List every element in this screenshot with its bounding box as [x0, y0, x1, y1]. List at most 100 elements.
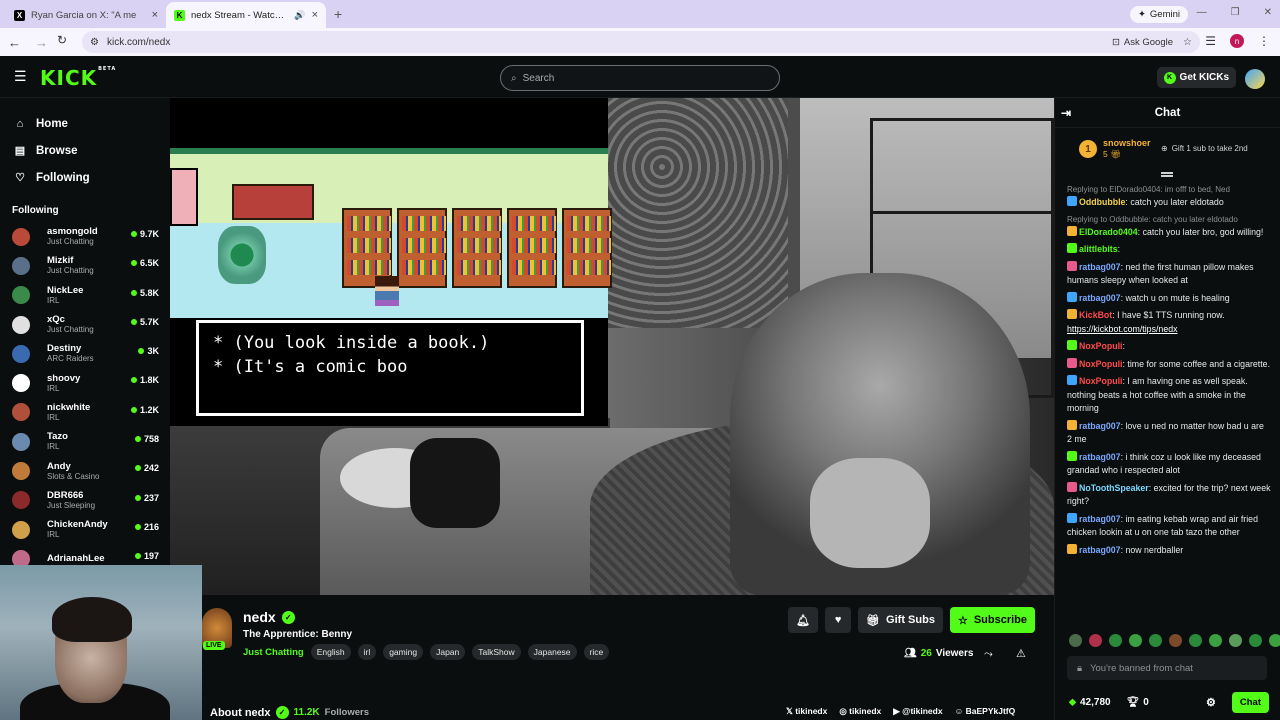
chat-username[interactable]: ratbag007 [1079, 421, 1121, 431]
chat-username[interactable]: ratbag007 [1079, 293, 1121, 303]
minimize-icon[interactable]: — [1197, 7, 1207, 18]
video-player[interactable]: * (You look inside a book.) * (It's a co… [170, 98, 1054, 595]
follow-heart-button[interactable]: ♥ [825, 607, 852, 633]
back-icon[interactable]: ← [8, 35, 21, 50]
top-gifter[interactable]: 1 snowshoer 5 🎁︎ [1079, 138, 1151, 160]
search-input[interactable]: ⌕ Search [500, 65, 780, 91]
following-channel[interactable]: Andy Slots & Casino 242 [0, 456, 170, 485]
following-channel[interactable]: Tazo IRL 758 [0, 427, 170, 456]
following-channel[interactable]: Mizkif Just Chatting 6.5K [0, 251, 170, 280]
chat-link[interactable]: https://kickbot.com/tips/nedx [1067, 324, 1178, 334]
report-icon[interactable]: ⚠ [1016, 647, 1026, 660]
profile-avatar[interactable]: n [1230, 34, 1244, 48]
emote-icon[interactable] [1069, 634, 1082, 647]
gift-sub-prompt[interactable]: ⊕ Gift 1 sub to take 2nd [1161, 144, 1248, 153]
chat-username[interactable]: Oddbubble [1079, 197, 1125, 207]
forward-icon[interactable]: → [35, 35, 48, 50]
stream-tag[interactable]: rice [583, 644, 610, 660]
chat-username[interactable]: NoxPopuli [1079, 376, 1123, 386]
chat-username[interactable]: ratbag007 [1079, 452, 1121, 462]
chat-settings-icon[interactable]: ⚙ [1206, 696, 1216, 709]
social-instagram[interactable]: ◎ tikinedx [839, 706, 881, 717]
channel-category: Just Chatting [47, 325, 94, 335]
chat-username[interactable]: NoxPopuli [1079, 341, 1123, 351]
emote-icon[interactable] [1209, 634, 1222, 647]
channel-points[interactable]: ⬥ 42,780 [1069, 697, 1111, 708]
site-info-icon[interactable]: ⚙ [90, 37, 99, 48]
user-avatar[interactable] [1245, 69, 1265, 89]
stream-tag[interactable]: Japanese [527, 644, 577, 660]
gemini-button[interactable]: ✦ Gemini [1129, 6, 1188, 23]
stream-tag[interactable]: Japan [430, 644, 466, 660]
following-channel[interactable]: ChickenAndy IRL 216 [0, 515, 170, 544]
drag-handle-icon[interactable] [1161, 172, 1173, 174]
emote-icon[interactable] [1189, 634, 1202, 647]
notification-bell-button[interactable]: 🔔︎ [788, 607, 819, 633]
emote-icon[interactable] [1089, 634, 1102, 647]
reload-icon[interactable]: ↻ [57, 33, 67, 47]
chat-username[interactable]: ratbag007 [1079, 545, 1121, 555]
new-tab-button[interactable]: + [334, 6, 342, 22]
get-kicks-button[interactable]: K Get KICKs [1156, 67, 1236, 88]
collapse-chat-icon[interactable]: ⇥ [1061, 106, 1071, 120]
close-tab-icon[interactable]: × [152, 9, 158, 21]
ask-google-button[interactable]: ⊡ Ask Google [1112, 37, 1173, 48]
chat-username[interactable]: KickBot [1079, 310, 1112, 320]
game-bookshelf [397, 208, 447, 288]
hamburger-menu-icon[interactable]: ☰ [14, 69, 28, 83]
following-channel[interactable]: nickwhite IRL 1.2K [0, 398, 170, 427]
following-channel[interactable]: DBR666 Just Sleeping 237 [0, 486, 170, 515]
following-channel[interactable]: xQc Just Chatting 5.7K [0, 310, 170, 339]
emote-icon[interactable] [1229, 634, 1242, 647]
social-x[interactable]: 𝕏 tikinedx [786, 706, 827, 717]
browser-tab-kick[interactable]: K nedx Stream - Watch Live o 🔊 × [166, 2, 326, 28]
following-channel[interactable]: asmongold Just Chatting 9.7K [0, 222, 170, 251]
viewer-count-text: 197 [143, 551, 159, 562]
emote-icon[interactable] [1109, 634, 1122, 647]
nav-following[interactable]: ♡ Following [0, 164, 170, 191]
menu-dots-icon[interactable]: ⋮ [1258, 34, 1270, 48]
stream-tag[interactable]: gaming [383, 644, 424, 660]
close-window-icon[interactable]: ✕ [1264, 7, 1272, 18]
speaker-icon[interactable]: 🔊 [294, 10, 305, 21]
chat-username[interactable]: ElDorado0404 [1079, 227, 1138, 237]
gift-subs-button[interactable]: 🎁︎ Gift Subs [858, 607, 943, 633]
chat-send-button[interactable]: Chat [1231, 692, 1269, 713]
chat-username[interactable]: NoxPopuli [1079, 359, 1123, 369]
emote-icon[interactable] [1149, 634, 1162, 647]
chat-input[interactable]: 🔒︎ You're banned from chat [1067, 656, 1267, 680]
chat-username[interactable]: ratbag007 [1079, 262, 1121, 272]
share-icon[interactable]: ⤳ [984, 648, 993, 661]
stream-tag[interactable]: irl [357, 644, 377, 660]
following-channel[interactable]: Destiny ARC Raiders 3K [0, 339, 170, 368]
chat-badge-icon [1067, 512, 1077, 523]
kick-logo[interactable]: KICKBETA [40, 66, 116, 90]
social-youtube[interactable]: ▶ @tikinedx [893, 706, 942, 717]
stream-tag[interactable]: TalkShow [472, 644, 521, 660]
chat-counter[interactable]: 🏆︎ 0 [1127, 697, 1149, 708]
following-channel[interactable]: NickLee IRL 5.8K [0, 281, 170, 310]
category-link[interactable]: Just Chatting [243, 647, 304, 658]
nav-browse[interactable]: ▤ Browse [0, 137, 170, 164]
subscribe-button[interactable]: ☆ Subscribe [949, 607, 1035, 633]
emote-icon[interactable] [1249, 634, 1262, 647]
social-discord[interactable]: ☺ BaEPYkJtfQ [955, 706, 1016, 717]
browser-tab-x[interactable]: X Ryan Garcia on X: "A me × [6, 2, 166, 28]
maximize-icon[interactable]: ❐ [1231, 7, 1240, 18]
following-channel[interactable]: shoovy IRL 1.8K [0, 368, 170, 397]
streamer-name[interactable]: nedx ✓ [243, 609, 295, 625]
nav-home[interactable]: ⌂ Home [0, 110, 170, 137]
close-tab-icon[interactable]: × [312, 9, 318, 21]
emote-icon[interactable] [1129, 634, 1142, 647]
chat-username[interactable]: alittlebits [1079, 244, 1118, 254]
emote-icon[interactable] [1169, 634, 1182, 647]
chat-username[interactable]: ratbag007 [1079, 514, 1121, 524]
chat-username[interactable]: NoToothSpeaker [1079, 483, 1149, 493]
emote-icon[interactable] [1269, 634, 1280, 647]
stream-tag[interactable]: English [310, 644, 351, 660]
channel-viewers: 216 [134, 522, 159, 532]
chat-badge-icon [1067, 243, 1077, 253]
bookmark-star-icon[interactable]: ☆ [1183, 37, 1192, 48]
url-field[interactable]: ⚙ kick.com/nedx ⊡ Ask Google ☆ [82, 31, 1200, 53]
reading-list-icon[interactable]: ☰ [1205, 34, 1216, 48]
